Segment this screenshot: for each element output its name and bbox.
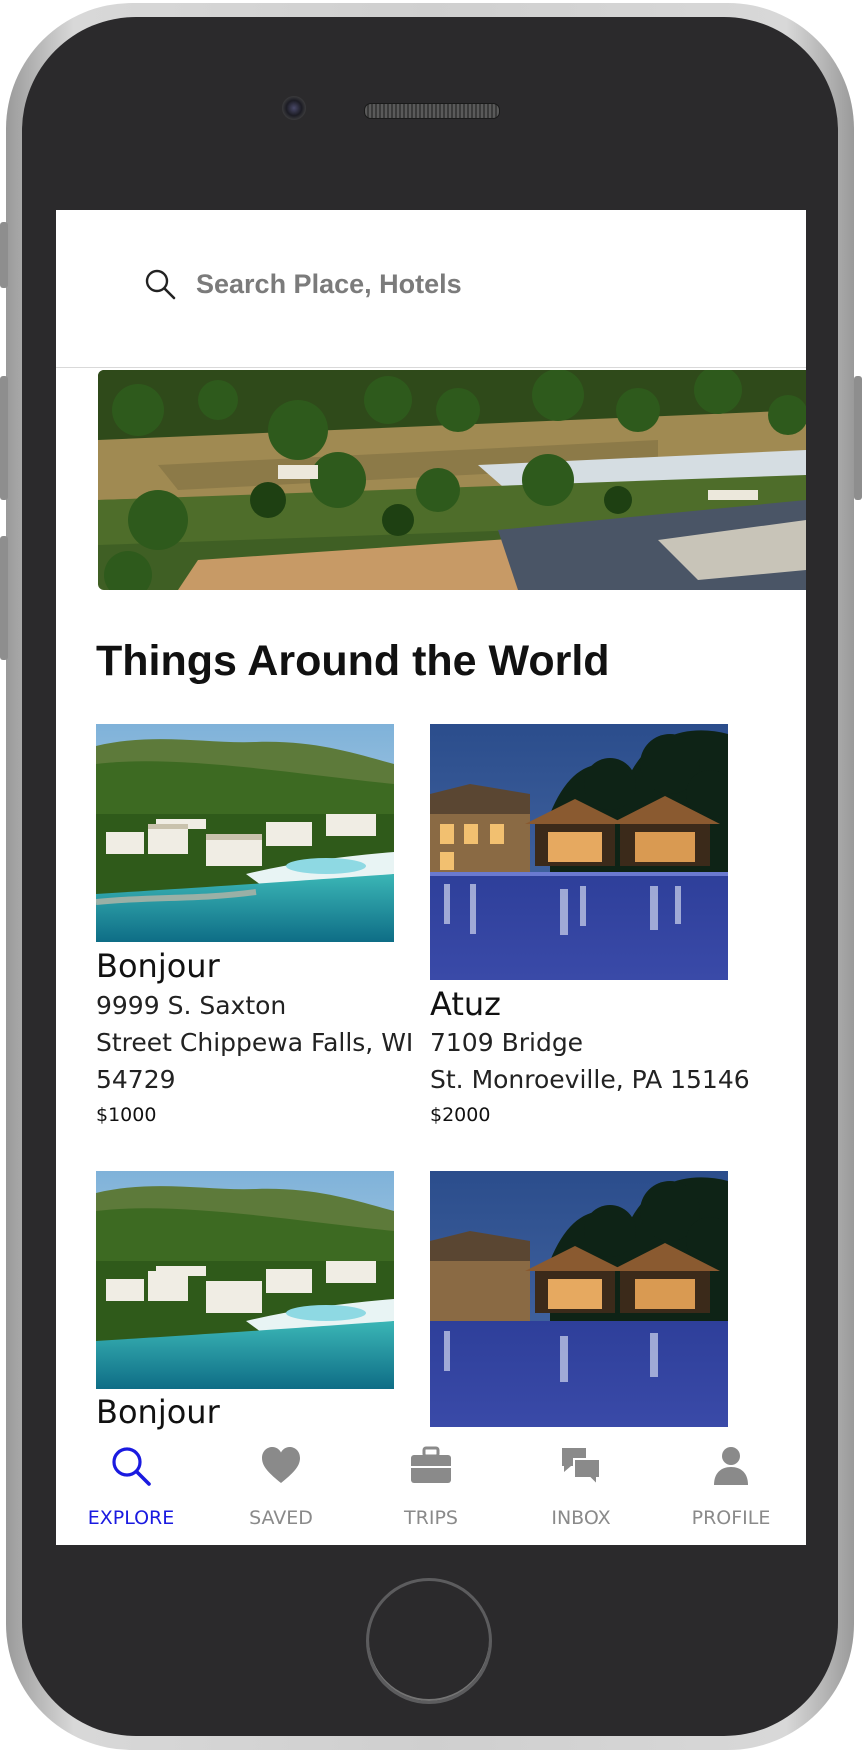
- hotel-card-address: 9999 S. Saxton: [96, 991, 287, 1020]
- search-bar[interactable]: Search Place, Hotels: [56, 210, 806, 368]
- beach-resort-image: [96, 724, 394, 942]
- search-icon: [145, 269, 176, 300]
- search-icon: [112, 1447, 151, 1486]
- app-screen: Search Place, Hotels Things Around the W…: [56, 210, 806, 1545]
- tab-label: EXPLORE: [87, 1507, 175, 1529]
- mute-switch: [0, 222, 8, 288]
- hotel-card-price: $2000: [430, 1104, 491, 1126]
- pool-villa-image: [430, 1171, 728, 1427]
- pool-villa-image: [430, 724, 728, 980]
- person-icon: [714, 1447, 748, 1485]
- hotel-card-address: 54729: [96, 1065, 176, 1094]
- tab-profile[interactable]: PROFILE: [656, 1435, 806, 1545]
- hotel-card-image[interactable]: [430, 724, 728, 980]
- tab-label: TRIPS: [404, 1507, 458, 1529]
- section-title: Things Around the World: [96, 637, 610, 685]
- front-camera: [282, 96, 306, 120]
- hero-image[interactable]: [98, 370, 806, 590]
- hotel-card-address: Street Chippewa Falls, WI: [96, 1028, 414, 1057]
- briefcase-icon: [411, 1446, 451, 1483]
- hotel-card-name[interactable]: Atuz: [430, 985, 501, 1023]
- tab-saved[interactable]: SAVED: [206, 1435, 356, 1545]
- bottom-tab-bar: EXPLORE SAVED TRIPS INBOX PROFILE: [56, 1435, 806, 1545]
- hotel-card-image[interactable]: [430, 1171, 728, 1427]
- tab-label: INBOX: [551, 1507, 611, 1529]
- tab-inbox[interactable]: INBOX: [506, 1435, 656, 1545]
- hotel-card-image[interactable]: [96, 1171, 394, 1389]
- home-button[interactable]: [366, 1578, 492, 1704]
- search-input[interactable]: Search Place, Hotels: [196, 268, 462, 300]
- volume-up-button: [0, 376, 8, 500]
- hotel-card-image[interactable]: [96, 724, 394, 942]
- volume-down-button: [0, 536, 8, 660]
- hotel-card-price: $1000: [96, 1104, 157, 1126]
- chat-bubbles-icon: [562, 1448, 601, 1487]
- hotel-card-address: St. Monroeville, PA 15146: [430, 1065, 750, 1094]
- hotel-card-name[interactable]: Bonjour: [96, 947, 220, 985]
- tab-trips[interactable]: TRIPS: [356, 1435, 506, 1545]
- resort-aerial-image: [98, 370, 806, 590]
- heart-icon: [262, 1447, 300, 1483]
- tab-explore[interactable]: EXPLORE: [56, 1435, 206, 1545]
- hotel-card-address: 7109 Bridge: [430, 1028, 584, 1057]
- earpiece-speaker: [364, 103, 500, 119]
- beach-resort-image: [96, 1171, 394, 1389]
- tab-label: SAVED: [249, 1507, 313, 1529]
- power-button: [854, 376, 862, 500]
- hotel-card-name[interactable]: Bonjour: [96, 1393, 220, 1431]
- tab-label: PROFILE: [691, 1507, 771, 1529]
